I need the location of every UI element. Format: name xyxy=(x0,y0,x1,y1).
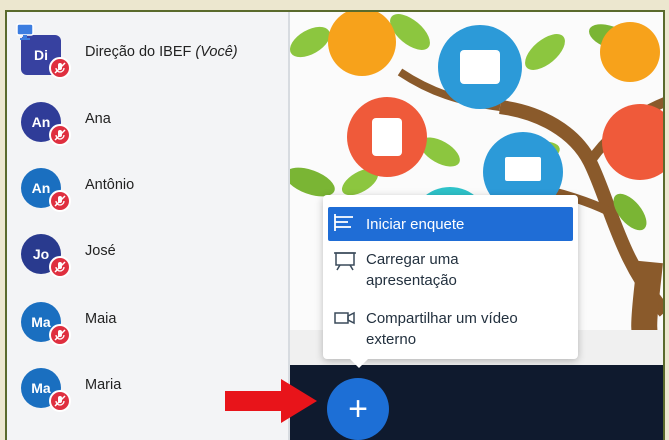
user-item[interactable]: An Antônio xyxy=(21,168,286,212)
user-item[interactable]: An Ana xyxy=(21,102,286,146)
user-item[interactable]: Ma Maia xyxy=(21,302,286,346)
presentation-icon xyxy=(334,252,356,271)
muted-mic-icon xyxy=(49,324,71,346)
actions-menu: Iniciar enquete Carregar uma apresentaçã… xyxy=(323,195,578,368)
share-external-video-item[interactable]: Compartilhar um vídeo externo xyxy=(328,306,573,352)
user-list-panel: Di Direção do IBEF (Você) An Ana An Antô… xyxy=(7,12,290,440)
user-item[interactable]: Di Direção do IBEF (Você) xyxy=(16,23,286,79)
muted-mic-icon xyxy=(49,256,71,278)
user-name: Ana xyxy=(85,111,111,127)
muted-mic-icon xyxy=(49,390,71,412)
muted-mic-icon xyxy=(49,190,71,212)
video-icon xyxy=(334,311,355,325)
user-name: Antônio xyxy=(85,177,135,193)
you-label: (Você) xyxy=(195,44,238,60)
annotation-arrow-icon xyxy=(225,379,317,423)
upload-presentation-item[interactable]: Carregar uma apresentação xyxy=(328,247,573,293)
user-name: Direção do IBEF (Você) xyxy=(85,44,238,60)
start-poll-item[interactable]: Iniciar enquete xyxy=(328,207,573,241)
presenter-icon xyxy=(16,23,34,40)
plus-icon: + xyxy=(348,389,368,428)
user-item[interactable]: Jo José xyxy=(21,234,286,278)
menu-caret xyxy=(349,358,369,368)
user-name: Maia xyxy=(85,311,117,327)
actions-plus-button[interactable]: + xyxy=(327,378,389,440)
user-name: José xyxy=(85,243,116,259)
muted-mic-icon xyxy=(49,57,71,79)
muted-mic-icon xyxy=(49,124,71,146)
user-name: Maria xyxy=(85,377,122,393)
poll-icon xyxy=(334,214,353,231)
app-frame: Di Direção do IBEF (Você) An Ana An Antô… xyxy=(5,10,665,440)
